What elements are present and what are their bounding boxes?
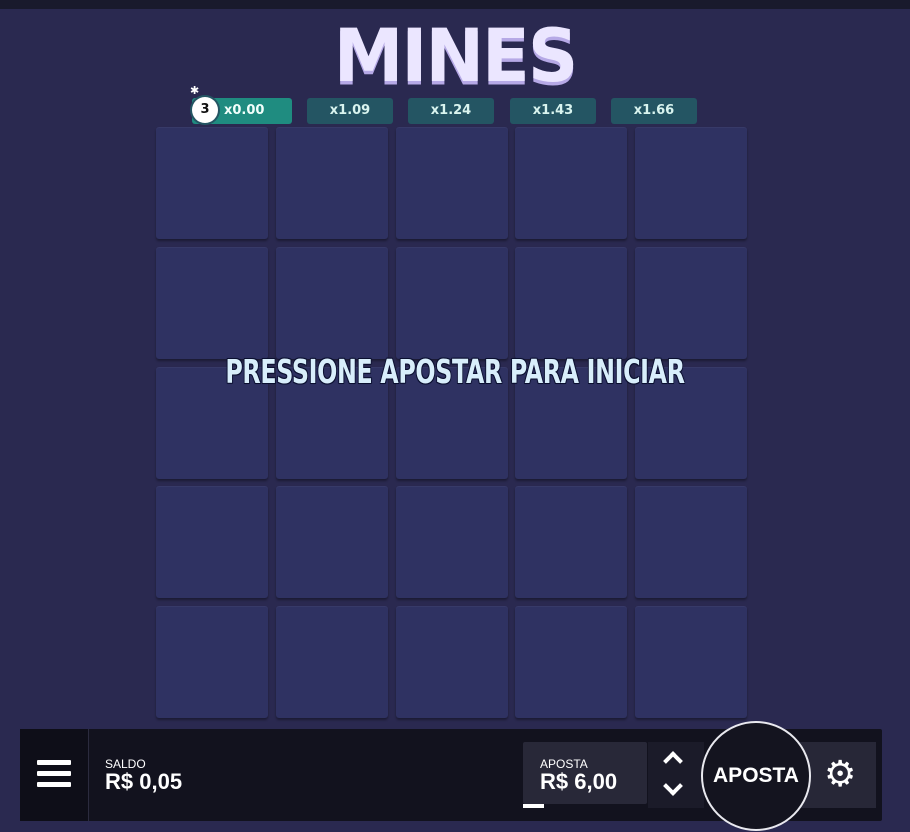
mine-tile[interactable]	[276, 247, 388, 359]
mine-tile[interactable]	[156, 606, 268, 718]
bet-value: R$ 6,00	[540, 769, 618, 794]
gear-icon: ⚙	[824, 754, 857, 795]
mine-tile[interactable]	[396, 486, 508, 598]
multiplier-step-3: x1.43	[510, 98, 596, 124]
mine-tile[interactable]	[635, 486, 747, 598]
increase-bet-button[interactable]	[648, 742, 704, 775]
mines-grid	[156, 127, 748, 720]
chevron-up-icon	[663, 751, 683, 771]
mine-tile[interactable]	[396, 606, 508, 718]
divider	[88, 729, 89, 821]
mine-tile[interactable]	[276, 606, 388, 718]
mine-tile[interactable]	[156, 127, 268, 239]
mine-tile[interactable]	[635, 127, 747, 239]
mine-tile[interactable]	[515, 606, 627, 718]
chevron-down-icon	[663, 776, 683, 796]
mine-tile[interactable]	[515, 486, 627, 598]
top-strip	[0, 0, 910, 9]
game-logo: MINES	[333, 12, 579, 100]
multiplier-track: x0.00 x1.09 x1.24 x1.43 x1.66	[0, 98, 910, 126]
start-message: PRESSIONE APOSTAR PARA INICIAR	[225, 352, 685, 391]
bomb-fuse-icon: ✱	[190, 84, 200, 97]
mine-tile[interactable]	[635, 247, 747, 359]
mine-tile[interactable]	[396, 247, 508, 359]
multiplier-step-4: x1.66	[611, 98, 697, 124]
mine-tile[interactable]	[515, 247, 627, 359]
mine-tile[interactable]	[276, 486, 388, 598]
place-bet-button[interactable]: APOSTA	[701, 721, 811, 831]
bet-stepper	[648, 742, 704, 808]
multiplier-step-2: x1.24	[408, 98, 494, 124]
mine-count-badge[interactable]: 3	[192, 97, 218, 123]
balance-value: R$ 0,05	[105, 769, 183, 794]
mine-tile[interactable]	[515, 127, 627, 239]
settings-button[interactable]: ⚙	[800, 742, 876, 808]
mine-tile[interactable]	[156, 247, 268, 359]
mine-tile[interactable]	[276, 127, 388, 239]
menu-button[interactable]	[20, 729, 88, 821]
mine-tile[interactable]	[635, 606, 747, 718]
multiplier-step-1: x1.09	[307, 98, 393, 124]
mine-tile[interactable]	[396, 127, 508, 239]
mine-tile[interactable]	[156, 486, 268, 598]
decrease-bet-button[interactable]	[648, 775, 704, 808]
bet-level-indicator	[523, 804, 544, 808]
